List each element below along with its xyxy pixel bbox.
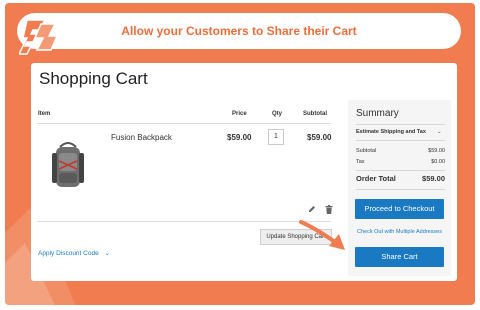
item-subtotal: $59.00 [307,133,332,142]
share-cart-button[interactable]: Share Cart [355,247,444,267]
page-title: Shopping Cart [39,69,148,88]
column-header-subtotal: Subtotal [303,111,327,117]
summary-divider [356,189,445,190]
backpack-image[interactable] [47,139,89,193]
promo-frame: Allow your Customers to Share their Cart… [5,3,475,305]
estimate-shipping-toggle[interactable]: Estimate Shipping and Tax [356,129,426,135]
promo-banner: Allow your Customers to Share their Cart [17,13,461,49]
column-header-price: Price [232,111,247,117]
summary-title: Summary [356,108,399,119]
column-header-item: Item [38,111,51,117]
summary-subtotal-label: Subtotal [356,148,377,154]
edit-icon[interactable] [308,205,316,213]
multiple-addresses-link[interactable]: Check Out with Multiple Addresses [357,229,442,235]
proceed-to-checkout-button[interactable]: Proceed to Checkout [355,199,444,219]
quantity-input[interactable]: 1 [268,129,284,145]
summary-divider [356,170,445,171]
item-divider [37,221,331,222]
summary-divider [356,124,445,125]
arrow-icon [299,220,345,250]
summary-divider [356,140,445,141]
product-name[interactable]: Fusion Backpack [111,133,172,142]
header-divider [37,123,331,124]
chevron-down-icon: ⌄ [104,250,110,257]
trash-icon[interactable] [325,205,333,214]
column-header-qty: Qty [272,111,283,117]
order-total-value: $59.00 [422,174,445,183]
apply-discount-link[interactable]: Apply Discount Code ⌄ [38,249,110,257]
cart-panel: Shopping Cart Item Price Qty Subtotal Fu… [31,63,457,281]
banner-title: Allow your Customers to Share their Cart [121,24,357,38]
apply-discount-label: Apply Discount Code [38,250,99,257]
summary-tax-label: Tax [356,159,365,165]
brand-logo-icon [19,19,59,55]
summary-tax-value: $0.00 [431,159,445,165]
chevron-down-icon: ⌄ [437,129,442,135]
summary-subtotal-value: $59.00 [428,148,445,154]
item-price: $59.00 [227,133,252,142]
order-total-label: Order Total [356,174,396,183]
summary-panel: Summary Estimate Shipping and Tax ⌄ Subt… [348,100,451,276]
